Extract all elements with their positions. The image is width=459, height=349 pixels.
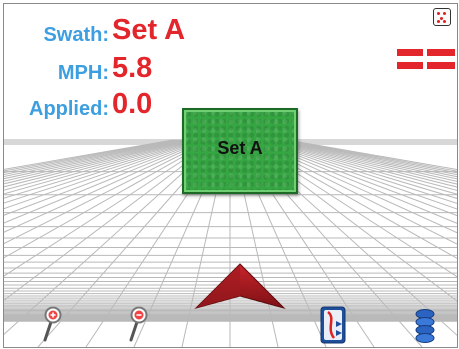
grid-view-icon[interactable] bbox=[433, 8, 451, 26]
applied-value: 0.0 bbox=[112, 88, 153, 120]
mph-row: MPH: 5.8 bbox=[4, 50, 264, 84]
guidance-screen: Swath: Set A MPH: 5.8 Applied: 0.0 Set A bbox=[3, 3, 458, 348]
boundary-label: Set A bbox=[217, 138, 263, 158]
layers-icon[interactable] bbox=[414, 308, 436, 344]
swath-row: Swath: Set A bbox=[4, 12, 264, 46]
steering-icon[interactable] bbox=[320, 306, 346, 344]
vehicle-arrow-icon bbox=[194, 263, 286, 309]
mph-label: MPH: bbox=[57, 62, 109, 84]
mph-value: 5.8 bbox=[112, 52, 153, 84]
swath-value: Set A bbox=[112, 14, 186, 46]
boom-sections-indicator bbox=[397, 47, 455, 71]
applied-label: Applied: bbox=[29, 98, 109, 120]
field-boundary-set-a[interactable]: Set A bbox=[182, 108, 298, 194]
swath-label: Swath: bbox=[43, 24, 109, 46]
zoom-in-icon[interactable] bbox=[40, 306, 64, 342]
zoom-out-icon[interactable] bbox=[126, 306, 150, 342]
